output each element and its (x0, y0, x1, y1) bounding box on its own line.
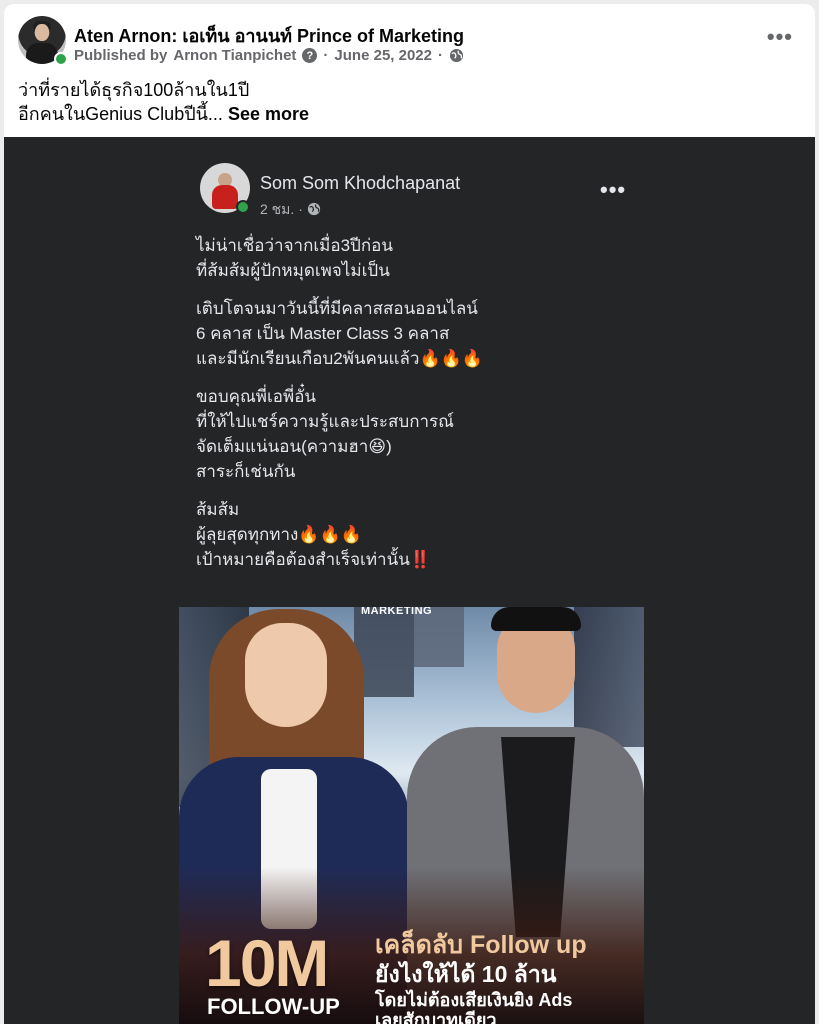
poster-big-number: 10M (205, 926, 329, 1000)
avatar-face (35, 24, 49, 41)
embedded-post-text: ไม่น่าเชื่อว่าจากเมื่อ3ปีก่อน ที่ส้มส้มผ… (196, 233, 483, 585)
published-by-label: Published by (74, 47, 168, 64)
avatar-body (26, 43, 58, 64)
embedded-author-name: Som Som Khodchapanat (260, 173, 461, 193)
publisher-link[interactable]: Arnon Tianpichet (173, 47, 296, 64)
speaker-woman-face (245, 623, 327, 727)
post-date-link[interactable]: June 25, 2022 (334, 47, 432, 64)
embedded-paragraph: ขอบคุณพี่เอพี่อั๋น ที่ให้ไปแชร์ความรู้แล… (196, 387, 454, 481)
facebook-post-card: Aten Arnon: เอเท็น อานนท์ Prince of Mark… (4, 4, 815, 1024)
post-image[interactable]: Som Som Khodchapanat 2 ชม. · ••• ไม่น่าเ… (4, 137, 815, 1024)
post-text-line: ว่าที่รายได้ธุรกิจ100ล้านใน1ปี (18, 80, 250, 100)
embedded-online-icon (236, 200, 250, 214)
post-text-line: อีกคนในGenius Clubปีนี้... See more (18, 102, 309, 126)
page-name-link[interactable]: Aten Arnon: เอเท็น อานนท์ Prince of Mark… (74, 21, 464, 50)
online-status-icon (54, 52, 68, 66)
embedded-time: 2 ชม. (260, 201, 295, 217)
avatar-body (212, 185, 238, 209)
embedded-more-icon: ••• (600, 177, 627, 202)
see-more-link[interactable]: See more (228, 104, 309, 124)
speaker-man-hair (491, 607, 581, 631)
question-icon[interactable]: ? (302, 48, 318, 63)
post-text-line2: อีกคนในGenius Clubปีนี้... (18, 104, 223, 124)
globe-icon[interactable] (449, 48, 464, 63)
embedded-paragraph: ไม่น่าเชื่อว่าจากเมื่อ3ปีก่อน ที่ส้มส้มผ… (196, 236, 393, 280)
embedded-paragraph: ส้มส้ม ผู้ลุยสุดทุกทาง🔥🔥🔥 เป้าหมายคือต้อ… (196, 500, 431, 569)
building-graphic (574, 607, 644, 747)
post-text: ว่าที่รายได้ธุรกิจ100ล้านใน1ปี อีกคนในGe… (18, 78, 309, 126)
more-options-icon[interactable]: ••• (767, 24, 793, 50)
separator-dot: · (323, 47, 329, 64)
poster-subline: เลยสักบาทเดียว (375, 1010, 497, 1024)
globe-icon (307, 202, 320, 216)
separator-dot: · (298, 201, 307, 217)
poster-brand: MARKETING (361, 607, 433, 617)
promo-poster: MARKETING 10M FOLLOW-UP เคล็ดลับ Follow … (179, 607, 644, 1024)
embedded-meta: 2 ชม. · (260, 199, 321, 221)
poster-follow-up: FOLLOW-UP (207, 994, 340, 1019)
separator-dot: · (438, 47, 443, 64)
post-meta: Published by Arnon Tianpichet ? · June 2… (74, 47, 464, 64)
embedded-paragraph: เติบโตจนมาวันนี้ที่มีคลาสสอนออนไลน์ 6 คล… (196, 299, 483, 368)
